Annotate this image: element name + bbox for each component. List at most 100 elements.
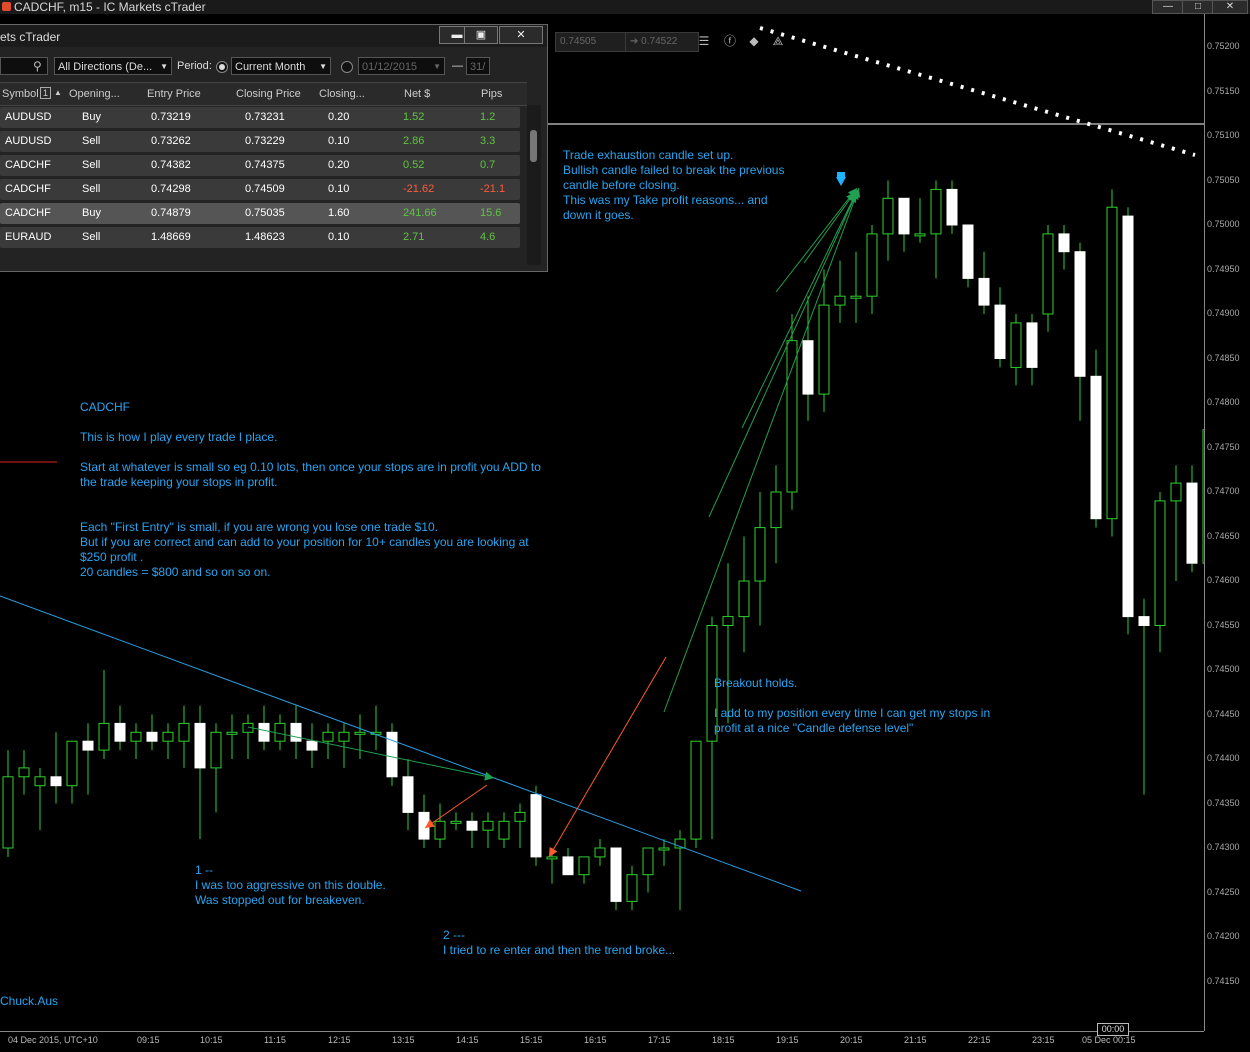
cell-pips: 15.6: [480, 207, 502, 219]
time-axis-start: 04 Dec 2015, UTC+10: [8, 1035, 98, 1045]
candle-body: [2, 776, 14, 849]
cell-close: 0.73229: [245, 135, 285, 147]
cell-entry: 0.73219: [151, 111, 191, 123]
price-tick-label: 0.74400: [1207, 753, 1240, 763]
exhaustion-marker-stem: [837, 172, 845, 177]
from-date-input[interactable]: 01/12/2015 ▼: [358, 57, 445, 75]
cell-close: 0.75035: [245, 207, 285, 219]
price-tick-label: 0.74700: [1207, 486, 1240, 496]
candle-body: [546, 856, 558, 860]
cell-symbol: CADCHF: [5, 207, 51, 219]
col-closing-price[interactable]: Closing Price: [236, 88, 301, 100]
table-row[interactable]: CADCHF Buy 0.74879 0.75035 1.60 241.66 15.6: [0, 203, 520, 224]
col-closing-volume[interactable]: Closing...: [319, 88, 365, 100]
cell-entry: 0.74879: [151, 207, 191, 219]
date-separator: —: [452, 60, 463, 72]
cell-pips: 4.6: [480, 231, 496, 243]
table-row[interactable]: AUDUSD Buy 0.73219 0.73231 0.20 1.52 1.2: [0, 107, 520, 128]
cell-symbol: CADCHF: [5, 183, 51, 195]
cell-vol: 0.10: [328, 135, 350, 147]
cell-symbol: CADCHF: [5, 159, 51, 171]
facebook-icon[interactable]: ⓕ: [721, 32, 739, 50]
history-window-titlebar[interactable]: ets cTrader ▬ ▣ ✕: [0, 25, 547, 47]
candle-body: [866, 233, 878, 297]
candle-body: [482, 820, 494, 831]
minimize-button[interactable]: —: [1152, 0, 1184, 14]
time-tick-label: 11:15: [264, 1035, 286, 1045]
history-scrollbar[interactable]: [527, 105, 541, 265]
cell-dir: Sell: [82, 231, 101, 243]
cell-dir: Sell: [82, 159, 101, 171]
to-date-input[interactable]: 31/: [466, 57, 490, 75]
author-signature: Chuck.Aus: [0, 994, 59, 1008]
price-axis[interactable]: [1204, 14, 1250, 1031]
list-icon[interactable]: ☰: [695, 32, 713, 50]
from-date-value: 01/12/2015: [362, 61, 418, 73]
cell-entry: 0.74298: [151, 183, 191, 195]
price-tick-label: 0.75100: [1207, 130, 1240, 140]
table-row[interactable]: CADCHF Sell 0.74298 0.74509 0.10 -21.62 -21.1: [0, 179, 520, 200]
candle-body: [274, 722, 286, 742]
time-tick-label: 20:15: [840, 1035, 863, 1045]
close-button[interactable]: ✕: [1212, 0, 1248, 14]
col-pips[interactable]: Pips: [481, 88, 502, 100]
candle-body: [18, 767, 30, 778]
cell-net: 0.52: [403, 159, 425, 171]
candle-body: [82, 740, 94, 751]
price-tick-label: 0.74250: [1207, 886, 1240, 897]
col-entry-price[interactable]: Entry Price: [147, 88, 201, 100]
chevron-down-icon: ▼: [160, 62, 168, 71]
history-maximize-button[interactable]: ▣: [464, 26, 498, 44]
share-icon[interactable]: ◆: [745, 32, 763, 50]
col-symbol[interactable]: Symbol: [2, 88, 39, 100]
date-range-radio[interactable]: [341, 61, 353, 73]
ask-price: 0.74522: [641, 36, 678, 47]
candle-body: [402, 776, 414, 813]
candle-body: [514, 811, 526, 822]
candle-body: [130, 731, 142, 742]
history-close-button[interactable]: ✕: [499, 26, 543, 44]
time-tick-label: 14:15: [456, 1035, 479, 1045]
history-scrollbar-thumb[interactable]: [530, 130, 537, 162]
period-radio[interactable]: [216, 61, 228, 73]
table-row[interactable]: CADCHF Sell 0.74382 0.74375 0.20 0.52 0.7: [0, 155, 520, 176]
candle-body: [498, 820, 510, 840]
candle-body: [114, 722, 126, 742]
ask-price-button[interactable]: ➔ 0.74522: [625, 32, 699, 52]
cell-net: 2.86: [403, 135, 425, 147]
cell-symbol: AUDUSD: [5, 111, 52, 123]
to-date-value: 31/: [470, 61, 486, 73]
cell-entry: 1.48669: [151, 231, 191, 243]
table-row[interactable]: EURAUD Sell 1.48669 1.48623 0.10 2.71 4.6: [0, 227, 520, 248]
candle-body: [1010, 322, 1022, 368]
candle-body: [978, 277, 990, 306]
sort-badge: 1: [40, 87, 52, 99]
candle-body: [466, 820, 478, 831]
price-tick-label: 0.74800: [1207, 397, 1240, 407]
price-tick-label: 0.74550: [1207, 619, 1240, 630]
maximize-button[interactable]: □: [1182, 0, 1214, 14]
candle-body: [178, 722, 190, 742]
col-opening[interactable]: Opening...: [69, 88, 120, 100]
chart-type-icon[interactable]: ⟁: [769, 32, 787, 50]
direction-select[interactable]: All Directions (De... ▼: [54, 57, 172, 75]
period-select-value: Current Month: [235, 61, 306, 73]
time-tick-label: 18:15: [712, 1035, 735, 1045]
candle-body: [258, 722, 270, 742]
bid-price-button[interactable]: 0.74505: [555, 32, 627, 52]
table-row[interactable]: AUDUSD Sell 0.73262 0.73229 0.10 2.86 3.3: [0, 131, 520, 152]
time-tick-label: 16:15: [584, 1035, 607, 1045]
candle-body: [1106, 206, 1118, 520]
col-net[interactable]: Net $: [404, 88, 430, 100]
trade-arrow-add-2: [708, 189, 859, 518]
candle-body: [658, 847, 670, 851]
time-tick-label: 12:15: [328, 1035, 351, 1045]
search-icon[interactable]: ⚲: [33, 59, 42, 73]
price-tick-label: 0.74150: [1207, 975, 1240, 986]
candle-body: [98, 722, 110, 751]
period-select[interactable]: Current Month ▼: [231, 57, 331, 75]
candle-body: [994, 304, 1006, 360]
history-window-title: ets cTrader: [0, 30, 61, 44]
candle-body: [210, 731, 222, 769]
candle-body: [610, 847, 622, 902]
